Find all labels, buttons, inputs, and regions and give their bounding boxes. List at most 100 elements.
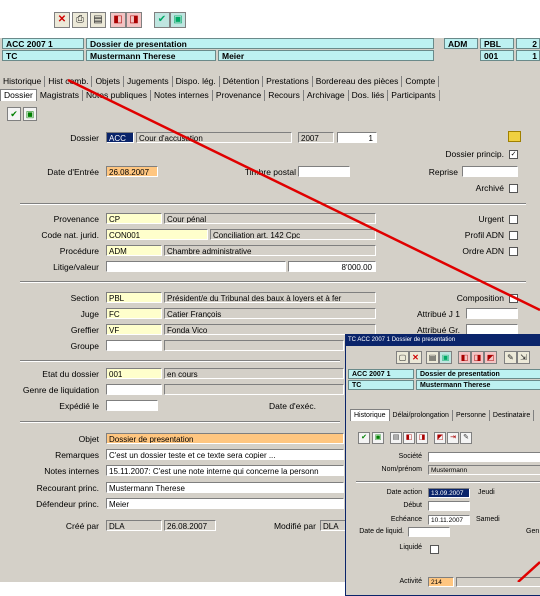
divider	[20, 360, 340, 362]
tab-jugements[interactable]: Jugements	[124, 76, 173, 87]
tab-archivage[interactable]: Archivage	[304, 90, 349, 101]
dialog-debut-field[interactable]	[428, 501, 470, 511]
juge-code-field[interactable]: FC	[106, 308, 162, 319]
tab-dos-lies[interactable]: Dos. liés	[349, 90, 389, 101]
timbre-postal-field[interactable]	[298, 166, 350, 177]
tab-participants[interactable]: Participants	[388, 90, 440, 101]
print-icon[interactable]: ⎙	[72, 12, 88, 28]
activity-dialog: TC ACC 2007 1 Dossier de presentation ▢ …	[345, 334, 540, 596]
dialog-pen-icon[interactable]: ✎	[460, 432, 472, 444]
dialog-red-icon[interactable]: ◧	[403, 432, 415, 444]
delete-icon[interactable]: ✕	[54, 12, 70, 28]
dialog-gen-label: Gen	[526, 528, 540, 535]
tab-magistrats[interactable]: Magistrats	[37, 90, 84, 101]
composition-label: Composition	[456, 293, 504, 303]
ordre-adn-checkbox[interactable]	[509, 247, 518, 256]
dialog-tool-icon[interactable]: ◩	[434, 432, 446, 444]
tab-hist-comb[interactable]: Hist comb.	[45, 76, 93, 87]
dossier-code-field[interactable]: ACC	[106, 132, 134, 143]
dialog-save-icon[interactable]: ▣	[439, 351, 452, 364]
folder-icon[interactable]	[508, 131, 521, 142]
dialog-confirm-icon[interactable]: ✔	[358, 432, 370, 444]
tab-dispo-leg[interactable]: Dispo. lég.	[173, 76, 220, 87]
document-icon[interactable]: ▤	[90, 12, 106, 28]
dialog-activite-code-field[interactable]: 214	[428, 577, 454, 587]
procedure-code-field[interactable]: ADM	[106, 245, 162, 256]
save-icon[interactable]: ▣	[170, 12, 186, 28]
code-nat-field[interactable]: CON001	[106, 229, 208, 240]
notes-internes-field[interactable]: 15.11.2007: C'est une note interne qui c…	[106, 465, 344, 476]
groupe-label: Groupe	[70, 341, 99, 351]
header-row-2: TC Mustermann Therese Meier 001 1	[0, 50, 540, 62]
tab-historique[interactable]: Historique	[0, 76, 46, 87]
dossier-number-field[interactable]: 1	[337, 132, 377, 143]
dialog-document-icon[interactable]: ▤	[426, 351, 439, 364]
header-row-1: ACC 2007 1 Dossier de presentation ADM P…	[0, 38, 540, 50]
copy-icon[interactable]: ◧	[110, 12, 126, 28]
dialog-link-icon[interactable]: ◩	[484, 351, 497, 364]
tab-recours[interactable]: Recours	[265, 90, 304, 101]
dialog-tab-historique[interactable]: Historique	[350, 409, 390, 421]
dialog-tab-destinataire[interactable]: Destinataire	[490, 410, 535, 421]
tab-notes-publiques[interactable]: Notes publiques	[83, 90, 151, 101]
date-exec-label: Date d'exéc.	[269, 401, 316, 411]
divider	[20, 203, 526, 205]
dialog-new-icon[interactable]: ▢	[396, 351, 409, 364]
provenance-text-field: Cour pénal	[164, 213, 376, 224]
header-cell-001: 001	[480, 50, 514, 61]
recourant-label: Recourant princ.	[36, 483, 99, 493]
attribue-j1-field[interactable]	[466, 308, 518, 319]
dialog-tab-personne[interactable]: Personne	[453, 410, 490, 421]
section-code-field[interactable]: PBL	[106, 292, 162, 303]
genre-liquidation-code-field[interactable]	[106, 384, 162, 395]
etat-label: Etat du dossier	[42, 369, 99, 379]
dialog-paste-icon[interactable]: ◨	[471, 351, 484, 364]
dialog-edit-icon[interactable]: ✎	[504, 351, 517, 364]
dialog-arrow-icon[interactable]: ⇥	[447, 432, 459, 444]
dialog-date-action-field[interactable]: 13.09.2007	[428, 488, 470, 498]
dialog-echeance-field[interactable]: 10.11.2007	[428, 515, 470, 525]
dossier-princip-checkbox[interactable]: ✓	[509, 150, 518, 159]
dialog-export-icon[interactable]: ⇲	[517, 351, 530, 364]
urgent-checkbox[interactable]	[509, 215, 518, 224]
tab-detention[interactable]: Détention	[220, 76, 264, 87]
provenance-code-field[interactable]: CP	[106, 213, 162, 224]
tab-prestations[interactable]: Prestations	[263, 76, 313, 87]
tab-objets[interactable]: Objets	[92, 76, 125, 87]
tab-notes-internes[interactable]: Notes internes	[151, 90, 213, 101]
check-icon[interactable]: ✔	[154, 12, 170, 28]
litige-text-field[interactable]	[106, 261, 286, 272]
litige-value-field[interactable]: 8'000.00	[288, 261, 376, 272]
tab-compte[interactable]: Compte	[402, 76, 440, 87]
greffier-code-field[interactable]: VF	[106, 324, 162, 335]
objet-field[interactable]: Dossier de presentation	[106, 433, 344, 444]
dialog-doc-icon[interactable]: ▤	[390, 432, 402, 444]
paste-icon[interactable]: ◨	[126, 12, 142, 28]
dialog-tab-delai[interactable]: Délai/prolongation	[390, 410, 453, 421]
etat-code-field[interactable]: 001	[106, 368, 162, 379]
dialog-copy-icon[interactable]: ◧	[458, 351, 471, 364]
reprise-field[interactable]	[462, 166, 518, 177]
recourant-field[interactable]: Mustermann Therese	[106, 482, 344, 493]
date-entree-field[interactable]: 26.08.2007	[106, 166, 158, 177]
dialog-liquide-checkbox[interactable]	[430, 545, 439, 554]
defendeur-field[interactable]: Meier	[106, 498, 344, 509]
dialog-form-save-icon[interactable]: ▣	[372, 432, 384, 444]
tab-provenance[interactable]: Provenance	[213, 90, 266, 101]
groupe-code-field[interactable]	[106, 340, 162, 351]
save-form-icon[interactable]: ▣	[23, 107, 37, 121]
archive-checkbox[interactable]	[509, 184, 518, 193]
dialog-delete-icon[interactable]: ✕	[409, 351, 422, 364]
remarques-field[interactable]: C'est un dossier teste et ce texte sera …	[106, 449, 344, 460]
confirm-icon[interactable]: ✔	[7, 107, 21, 121]
dialog-societe-field[interactable]	[428, 452, 540, 462]
tab-dossier[interactable]: Dossier	[0, 89, 37, 101]
objet-label: Objet	[78, 434, 99, 444]
expedie-field[interactable]	[106, 400, 158, 411]
tab-bordereau[interactable]: Bordereau des pièces	[313, 76, 403, 87]
composition-checkbox[interactable]	[509, 294, 518, 303]
dialog-red-icon-2[interactable]: ◨	[416, 432, 428, 444]
profil-adn-checkbox[interactable]	[509, 231, 518, 240]
dialog-date-action-label: Date action	[386, 489, 422, 496]
dialog-date-liquid-field[interactable]	[408, 527, 450, 537]
